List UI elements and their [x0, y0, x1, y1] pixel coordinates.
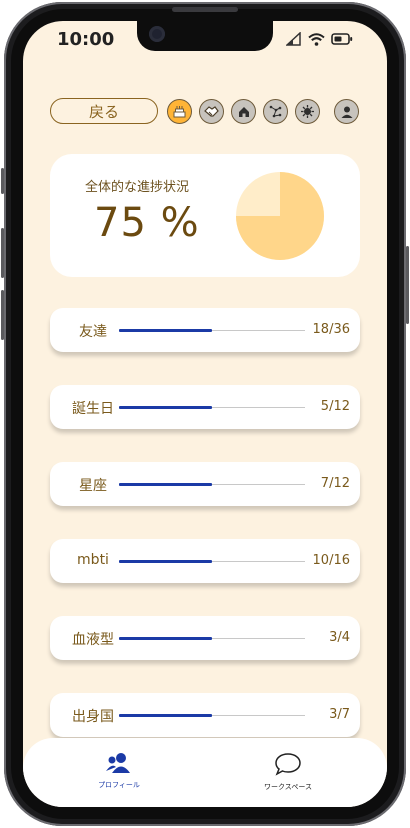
- notch: [137, 21, 273, 51]
- tab-workspace[interactable]: ワークスペース: [243, 752, 333, 792]
- signal-icon: [286, 32, 301, 46]
- battery-icon: [331, 33, 353, 45]
- progress-fill: [119, 328, 212, 332]
- virus-icon[interactable]: [295, 99, 320, 124]
- bottom-tab-bar: プロフィール ワークスペース: [23, 738, 387, 807]
- category-row[interactable]: mbti 10/16: [50, 539, 360, 583]
- volume-down-button: [1, 290, 4, 340]
- category-label: 友達: [79, 324, 107, 340]
- category-count: 18/36: [312, 322, 350, 337]
- speaker-grille: [172, 7, 238, 12]
- users-icon: [106, 753, 130, 773]
- category-count: 5/12: [320, 399, 350, 414]
- progress-percent: 75 %: [94, 200, 200, 246]
- progress-pie-chart: [236, 172, 324, 260]
- progress-fill: [119, 482, 212, 486]
- power-button: [406, 246, 409, 324]
- chat-bubble-icon: [275, 753, 301, 776]
- category-row[interactable]: 星座 7/12: [50, 462, 360, 506]
- status-icons: [286, 32, 353, 46]
- category-label: 血液型: [72, 632, 114, 648]
- progress-fill: [119, 713, 212, 717]
- mute-switch: [1, 168, 4, 194]
- category-count: 3/7: [329, 707, 350, 722]
- status-time: 10:00: [57, 29, 115, 50]
- category-row[interactable]: 血液型 3/4: [50, 616, 360, 660]
- progress-fill: [119, 559, 212, 563]
- tab-workspace-label: ワークスペース: [264, 783, 312, 791]
- category-row[interactable]: 誕生日 5/12: [50, 385, 360, 429]
- category-row[interactable]: 出身国 3/7: [50, 693, 360, 737]
- volume-up-button: [1, 228, 4, 278]
- cake-icon[interactable]: [167, 99, 192, 124]
- app-screen: 10:00 戻る 全体的な進捗状況 75 % 友達 18/36 誕生日 5/12 星座 7…: [23, 21, 387, 807]
- tab-profile-label: プロフィール: [98, 781, 140, 789]
- top-toolbar: 戻る: [50, 98, 362, 126]
- progress-summary-title: 全体的な進捗状況: [85, 180, 190, 195]
- category-count: 7/12: [320, 476, 350, 491]
- progress-fill: [119, 636, 212, 640]
- category-label: 誕生日: [72, 401, 114, 417]
- progress-fill: [119, 405, 212, 409]
- tab-profile[interactable]: プロフィール: [74, 752, 164, 790]
- user-icon[interactable]: [334, 99, 359, 124]
- camera: [149, 26, 165, 42]
- category-row[interactable]: 友達 18/36: [50, 308, 360, 352]
- category-count: 3/4: [329, 630, 350, 645]
- constellation-icon[interactable]: [263, 99, 288, 124]
- progress-summary-card: 全体的な進捗状況 75 %: [50, 154, 360, 277]
- category-count: 10/16: [312, 553, 350, 568]
- category-label: mbti: [77, 552, 109, 568]
- home-icon[interactable]: [231, 99, 256, 124]
- wifi-icon: [308, 32, 325, 46]
- category-label: 出身国: [72, 709, 114, 725]
- category-label: 星座: [79, 478, 107, 494]
- handshake-icon[interactable]: [199, 99, 224, 124]
- back-button[interactable]: 戻る: [50, 98, 158, 124]
